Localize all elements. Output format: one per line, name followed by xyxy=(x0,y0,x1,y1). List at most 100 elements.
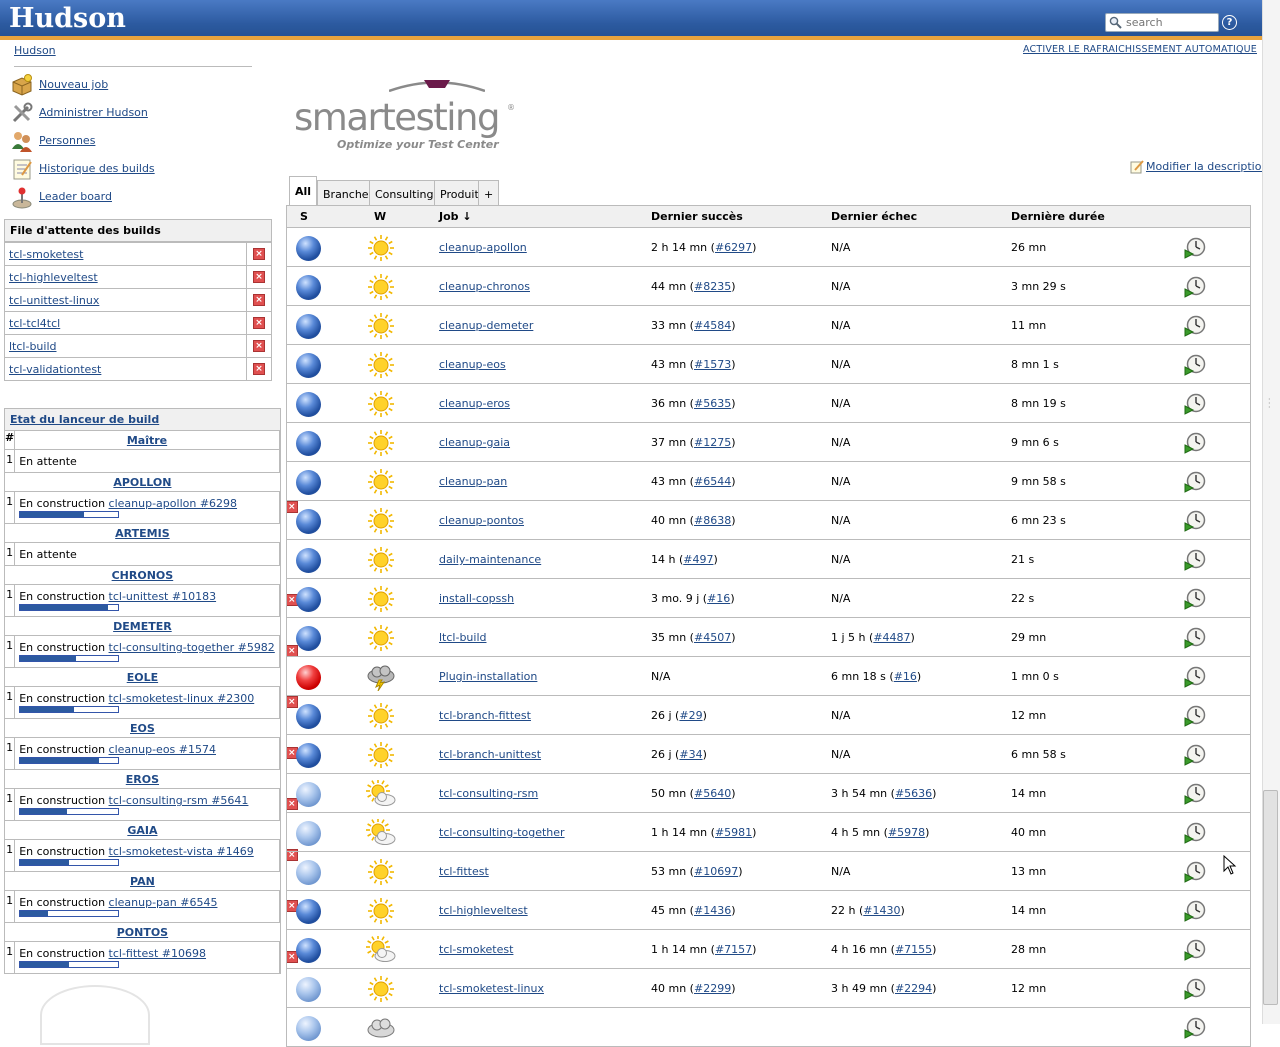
autorefresh-link[interactable]: ACTIVER LE RAFRAICHISSEMENT AUTOMATIQUE xyxy=(1023,44,1257,55)
last-failure-build-link[interactable]: #4487 xyxy=(873,631,910,644)
node-link[interactable]: PAN xyxy=(130,875,155,888)
last-success-build-link[interactable]: #5981 xyxy=(715,826,752,839)
schedule-build-icon[interactable] xyxy=(1184,432,1206,454)
hudson-logo[interactable]: Hudson xyxy=(9,3,126,34)
tab-branche[interactable]: Branche xyxy=(317,180,375,207)
node-link[interactable]: EROS xyxy=(126,773,159,786)
schedule-build-icon[interactable] xyxy=(1184,237,1206,259)
last-success-build-link[interactable]: #1275 xyxy=(694,436,731,449)
job-name-link[interactable]: tcl-fittest xyxy=(439,865,489,878)
search-input[interactable] xyxy=(1126,15,1216,30)
edit-description-link[interactable]: Modifier la description xyxy=(1146,160,1268,173)
task-label[interactable]: Administrer Hudson xyxy=(39,106,148,119)
schedule-build-icon[interactable] xyxy=(1184,393,1206,415)
last-success-build-link[interactable]: #8235 xyxy=(694,280,731,293)
last-success-build-link[interactable]: #5640 xyxy=(694,787,731,800)
job-name-link[interactable]: tcl-consulting-together xyxy=(439,826,565,839)
schedule-build-icon[interactable] xyxy=(1184,861,1206,883)
executor-status-title[interactable]: Etat du lanceur de build xyxy=(10,413,159,426)
queue-item-link[interactable]: tcl-unittest-linux xyxy=(9,294,99,307)
job-name-link[interactable]: cleanup-demeter xyxy=(439,319,533,332)
job-name-link[interactable]: tcl-branch-unittest xyxy=(439,748,541,761)
schedule-build-icon[interactable] xyxy=(1184,744,1206,766)
node-link[interactable]: CHRONOS xyxy=(112,569,174,582)
job-name-link[interactable]: cleanup-apollon xyxy=(439,241,527,254)
job-name-link[interactable]: tcl-smoketest xyxy=(439,943,513,956)
col-last-failure[interactable]: Dernier échec xyxy=(831,210,917,223)
job-name-link[interactable]: tcl-highleveltest xyxy=(439,904,528,917)
node-link[interactable]: ARTEMIS xyxy=(115,527,169,540)
last-failure-build-link[interactable]: #7155 xyxy=(895,943,932,956)
node-link[interactable]: DEMETER xyxy=(113,620,172,633)
schedule-build-icon[interactable] xyxy=(1184,471,1206,493)
cancel-icon[interactable]: × xyxy=(253,271,265,283)
last-failure-build-link[interactable]: #16 xyxy=(894,670,917,683)
last-failure-build-link[interactable]: #5978 xyxy=(888,826,925,839)
last-success-build-link[interactable]: #16 xyxy=(707,592,730,605)
executor-job-link[interactable]: cleanup-pan #6545 xyxy=(109,896,218,909)
tab-all[interactable]: All xyxy=(289,176,318,207)
last-success-build-link[interactable]: #6297 xyxy=(715,241,752,254)
col-job[interactable]: Job ↓ xyxy=(439,210,472,223)
schedule-build-icon[interactable] xyxy=(1184,783,1206,805)
node-link[interactable]: EOLE xyxy=(127,671,158,684)
executor-job-link[interactable]: tcl-smoketest-vista #1469 xyxy=(109,845,254,858)
schedule-build-icon[interactable] xyxy=(1184,627,1206,649)
schedule-build-icon[interactable] xyxy=(1184,510,1206,532)
node-link[interactable]: GAIA xyxy=(127,824,157,837)
last-success-build-link[interactable]: #2299 xyxy=(694,982,731,995)
schedule-build-icon[interactable] xyxy=(1184,939,1206,961)
schedule-build-icon[interactable] xyxy=(1184,900,1206,922)
executor-job-link[interactable]: tcl-consulting-rsm #5641 xyxy=(109,794,249,807)
last-success-build-link[interactable]: #34 xyxy=(679,748,702,761)
tab-consulting[interactable]: Consulting xyxy=(369,180,440,207)
job-name-link[interactable]: cleanup-chronos xyxy=(439,280,530,293)
job-name-link[interactable]: cleanup-eos xyxy=(439,358,506,371)
queue-item-link[interactable]: tcl-tcl4tcl xyxy=(9,317,60,330)
col-weather[interactable]: W xyxy=(374,210,386,223)
node-link[interactable]: APOLLON xyxy=(113,476,171,489)
last-success-build-link[interactable]: #4584 xyxy=(694,319,731,332)
job-name-link[interactable]: cleanup-pan xyxy=(439,475,507,488)
node-link[interactable]: Maître xyxy=(127,434,167,447)
last-success-build-link[interactable]: #497 xyxy=(683,553,713,566)
executor-job-link[interactable]: tcl-smoketest-linux #2300 xyxy=(109,692,255,705)
schedule-build-icon[interactable] xyxy=(1184,705,1206,727)
last-success-build-link[interactable]: #4507 xyxy=(694,631,731,644)
schedule-build-icon[interactable] xyxy=(1184,1017,1206,1039)
cancel-icon[interactable]: × xyxy=(253,317,265,329)
scrollbar-thumb[interactable] xyxy=(1263,790,1278,1005)
queue-item-link[interactable]: tcl-highleveltest xyxy=(9,271,98,284)
last-success-build-link[interactable]: #6544 xyxy=(694,475,731,488)
schedule-build-icon[interactable] xyxy=(1184,354,1206,376)
executor-job-link[interactable]: cleanup-apollon #6298 xyxy=(109,497,237,510)
executor-job-link[interactable]: cleanup-eos #1574 xyxy=(109,743,216,756)
schedule-build-icon[interactable] xyxy=(1184,822,1206,844)
search-box[interactable] xyxy=(1105,13,1219,32)
col-status[interactable]: S xyxy=(300,210,308,223)
job-name-link[interactable]: daily-maintenance xyxy=(439,553,541,566)
job-name-link[interactable]: cleanup-gaia xyxy=(439,436,510,449)
edit-description[interactable]: Modifier la description xyxy=(1130,160,1268,174)
last-failure-build-link[interactable]: #5636 xyxy=(895,787,932,800)
schedule-build-icon[interactable] xyxy=(1184,588,1206,610)
schedule-build-icon[interactable] xyxy=(1184,666,1206,688)
executor-job-link[interactable]: tcl-fittest #10698 xyxy=(109,947,206,960)
schedule-build-icon[interactable] xyxy=(1184,549,1206,571)
job-name-link[interactable]: cleanup-pontos xyxy=(439,514,524,527)
last-failure-build-link[interactable]: #2294 xyxy=(895,982,932,995)
last-success-build-link[interactable]: #29 xyxy=(679,709,702,722)
job-name-link[interactable]: ltcl-build xyxy=(439,631,487,644)
job-name-link[interactable]: tcl-consulting-rsm xyxy=(439,787,538,800)
schedule-build-icon[interactable] xyxy=(1184,276,1206,298)
schedule-build-icon[interactable] xyxy=(1184,978,1206,1000)
schedule-build-icon[interactable] xyxy=(1184,315,1206,337)
cancel-icon[interactable]: × xyxy=(253,248,265,260)
cancel-icon[interactable]: × xyxy=(253,363,265,375)
job-name-link[interactable]: tcl-branch-fittest xyxy=(439,709,531,722)
last-success-build-link[interactable]: #1436 xyxy=(694,904,731,917)
job-name-link[interactable]: install-copssh xyxy=(439,592,514,605)
queue-item-link[interactable]: tcl-validationtest xyxy=(9,363,101,376)
job-name-link[interactable]: cleanup-eros xyxy=(439,397,510,410)
node-link[interactable]: PONTOS xyxy=(117,926,168,939)
